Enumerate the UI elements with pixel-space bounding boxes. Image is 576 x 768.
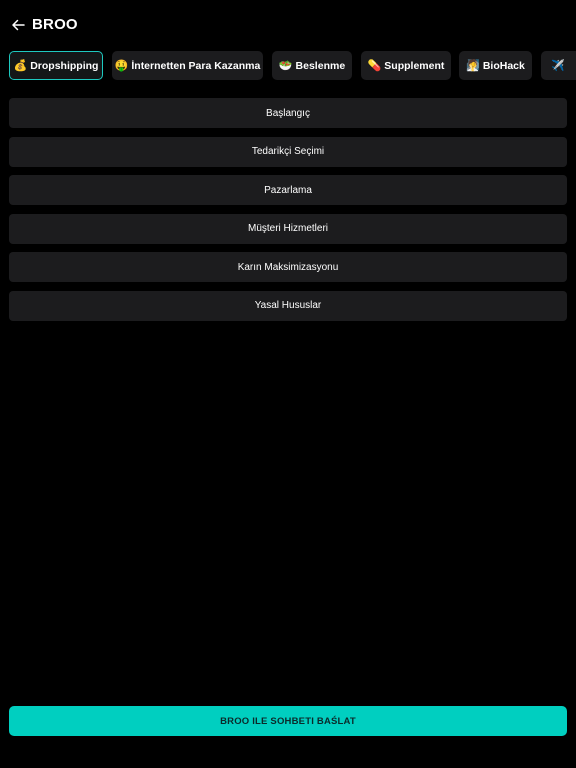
money-face-icon: 🤑 (114, 59, 129, 72)
topic-item-baslangic[interactable]: Başlangıç (9, 98, 567, 128)
topic-list: Başlangıç Tedarikçi Seçimi Pazarlama Müş… (9, 98, 567, 330)
salad-icon: 🥗 (278, 59, 293, 72)
chip-supplement[interactable]: 💊 Supplement (361, 51, 451, 80)
chip-label: İnternetten Para Kazanma (131, 59, 261, 72)
arrow-left-icon (11, 19, 25, 31)
topic-item-tedarikci-secimi[interactable]: Tedarikçi Seçimi (9, 136, 567, 167)
topic-item-musteri-hizmetleri[interactable]: Müşteri Hizmetleri (9, 213, 567, 244)
topic-item-karin-maksimizasyonu[interactable]: Karın Maksimizasyonu (9, 252, 567, 283)
person-in-steam-icon: 🧖 (466, 59, 480, 72)
chip-label: Supplement (384, 59, 445, 72)
start-chat-button[interactable]: BROO ILE SOHBETI BAŚLAT (9, 706, 567, 736)
chip-internetten-para-kazanma[interactable]: 🤑 İnternetten Para Kazanma (112, 51, 263, 80)
chip-label: Beslenme (295, 59, 346, 72)
airplane-icon: ✈️ (551, 59, 565, 72)
chip-travel[interactable]: ✈️ (541, 51, 576, 80)
page-title: BROO (32, 16, 78, 33)
chip-label: Dropshipping (30, 59, 99, 72)
pill-icon: 💊 (367, 59, 382, 72)
chip-label: BioHack (482, 59, 525, 72)
chip-dropshipping[interactable]: 💰 Dropshipping (9, 51, 103, 80)
money-bag-icon: 💰 (13, 59, 28, 72)
chip-beslenme[interactable]: 🥗 Beslenme (272, 51, 352, 80)
topic-item-pazarlama[interactable]: Pazarlama (9, 175, 567, 206)
topic-item-yasal-hususlar[interactable]: Yasal Hususlar (9, 290, 567, 321)
chip-biohack[interactable]: 🧖 BioHack (459, 51, 532, 80)
category-chip-bar[interactable]: 💰 Dropshipping 🤑 İnternetten Para Kazanm… (9, 50, 576, 82)
back-button[interactable] (8, 15, 28, 35)
app-header: BROO (0, 0, 576, 50)
